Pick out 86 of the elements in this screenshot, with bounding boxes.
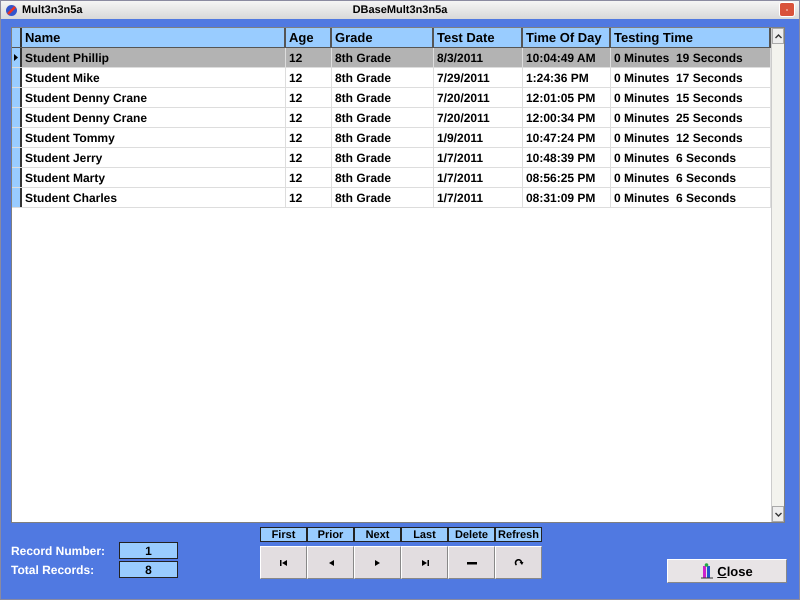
table-cell: Student Denny Crane bbox=[22, 88, 286, 107]
table-row[interactable]: Student Marty 12 8th Grade 1/7/2011 08:56:25 PM 0 Minutes 6 Seconds bbox=[12, 168, 771, 188]
row-selector[interactable] bbox=[12, 48, 22, 67]
refresh-icon bbox=[514, 558, 524, 566]
app-icon bbox=[5, 4, 18, 16]
table-cell: Student Denny Crane bbox=[22, 108, 286, 127]
navigator-label: Delete bbox=[448, 527, 495, 542]
table-cell: Student Jerry bbox=[22, 148, 286, 167]
table-cell: 10:47:24 PM bbox=[523, 128, 611, 147]
table-cell: 1/9/2011 bbox=[434, 128, 523, 147]
table-cell: 8th Grade bbox=[332, 168, 434, 187]
table-cell: 1/7/2011 bbox=[434, 188, 523, 207]
navigator-button[interactable] bbox=[307, 546, 354, 579]
table-cell: 12:00:34 PM bbox=[523, 108, 611, 127]
navigator-label: Refresh bbox=[495, 527, 542, 542]
table-row[interactable]: Student Denny Crane 12 8th Grade 7/20/2011 12:01:05 PM 0 Minutes 15 Seconds bbox=[12, 88, 771, 108]
table-cell: 8th Grade bbox=[332, 68, 434, 87]
scroll-up-icon bbox=[774, 34, 782, 38]
row-selector[interactable] bbox=[12, 88, 22, 107]
table-cell: 8th Grade bbox=[332, 188, 434, 207]
scrollbar[interactable] bbox=[771, 28, 784, 522]
table-cell: Student Charles bbox=[22, 188, 286, 207]
info-value-field: 8 bbox=[119, 561, 178, 578]
table-cell: 8th Grade bbox=[332, 148, 434, 167]
navigator-label: Last bbox=[401, 527, 448, 542]
figure-icon bbox=[701, 563, 714, 579]
table-cell: Student Marty bbox=[22, 168, 286, 187]
table-cell: 1/7/2011 bbox=[434, 168, 523, 187]
table-cell: 7/20/2011 bbox=[434, 108, 523, 127]
table-cell: 10:48:39 PM bbox=[523, 148, 611, 167]
close-icon[interactable] bbox=[779, 2, 795, 17]
navigator-label: Prior bbox=[307, 527, 354, 542]
table-row[interactable]: Student Jerry 12 8th Grade 1/7/2011 10:48:39 PM 0 Minutes 6 Seconds bbox=[12, 148, 771, 168]
table-cell: 12:01:05 PM bbox=[523, 88, 611, 107]
table-cell: 12 bbox=[286, 128, 332, 147]
table-cell: 12 bbox=[286, 108, 332, 127]
table-cell: 12 bbox=[286, 168, 332, 187]
navigator-button[interactable] bbox=[495, 546, 542, 579]
table-row[interactable]: Student Tommy 12 8th Grade 1/9/2011 10:47:24 PM 0 Minutes 12 Seconds bbox=[12, 128, 771, 148]
navigator-button[interactable] bbox=[448, 546, 495, 579]
table-cell: 10:04:49 AM bbox=[523, 48, 611, 67]
table-cell: 7/29/2011 bbox=[434, 68, 523, 87]
table-cell: 08:31:09 PM bbox=[523, 188, 611, 207]
table-cell: 8th Grade bbox=[332, 108, 434, 127]
navigator-button[interactable] bbox=[260, 546, 307, 579]
row-selector[interactable] bbox=[12, 148, 22, 167]
row-selector[interactable] bbox=[12, 68, 22, 87]
table-row[interactable]: Student Phillip 12 8th Grade 8/3/2011 10:04:49 AM 0 Minutes 19 Seconds bbox=[12, 48, 771, 68]
table-cell: 12 bbox=[286, 48, 332, 67]
row-selector[interactable] bbox=[12, 128, 22, 147]
table-cell: 12 bbox=[286, 88, 332, 107]
table-cell: 12 bbox=[286, 148, 332, 167]
table-cell: 1/7/2011 bbox=[434, 148, 523, 167]
table-row[interactable]: Student Mike 12 8th Grade 7/29/2011 1:24:36 PM 0 Minutes 17 Seconds bbox=[12, 68, 771, 88]
navigator-button[interactable] bbox=[401, 546, 448, 579]
table-cell: 7/20/2011 bbox=[434, 88, 523, 107]
row-selector[interactable] bbox=[12, 168, 22, 187]
info-label: Total Records: bbox=[11, 562, 96, 576]
navigator-label: First bbox=[260, 527, 307, 542]
last-icon bbox=[420, 558, 430, 566]
right-triangle-icon bbox=[372, 558, 382, 566]
table-cell: Student Mike bbox=[22, 68, 286, 87]
table-cell: Student Tommy bbox=[22, 128, 286, 147]
table-cell: 12 bbox=[286, 188, 332, 207]
window-title: DBaseMult3n3n5a bbox=[352, 4, 448, 16]
table-cell: Student Phillip bbox=[22, 48, 286, 67]
row-selector[interactable] bbox=[12, 108, 22, 127]
table-row[interactable]: Student Denny Crane 12 8th Grade 7/20/2011 12:00:34 PM 0 Minutes 25 Seconds bbox=[12, 108, 771, 128]
table-cell: 1:24:36 PM bbox=[523, 68, 611, 87]
table-cell: 12 bbox=[286, 68, 332, 87]
info-label: Record Number: bbox=[11, 544, 106, 558]
table-cell: 8th Grade bbox=[332, 48, 434, 67]
first-icon bbox=[278, 558, 288, 566]
app-title: Mult3n3n5a bbox=[22, 4, 83, 16]
navigator-label: Next bbox=[354, 527, 401, 542]
close-button[interactable]: Close bbox=[667, 559, 787, 583]
row-pointer-icon bbox=[14, 54, 18, 61]
row-selector[interactable] bbox=[12, 188, 22, 207]
table-cell: 08:56:25 PM bbox=[523, 168, 611, 187]
scroll-down-icon bbox=[774, 512, 782, 516]
navigator-button[interactable] bbox=[354, 546, 401, 579]
info-value-field: 1 bbox=[119, 542, 178, 559]
table-cell: 8th Grade bbox=[332, 128, 434, 147]
table-row[interactable]: Student Charles 12 8th Grade 1/7/2011 08:31:09 PM 0 Minutes 6 Seconds bbox=[12, 188, 771, 208]
table-cell: 8th Grade bbox=[332, 88, 434, 107]
table-cell: 8/3/2011 bbox=[434, 48, 523, 67]
